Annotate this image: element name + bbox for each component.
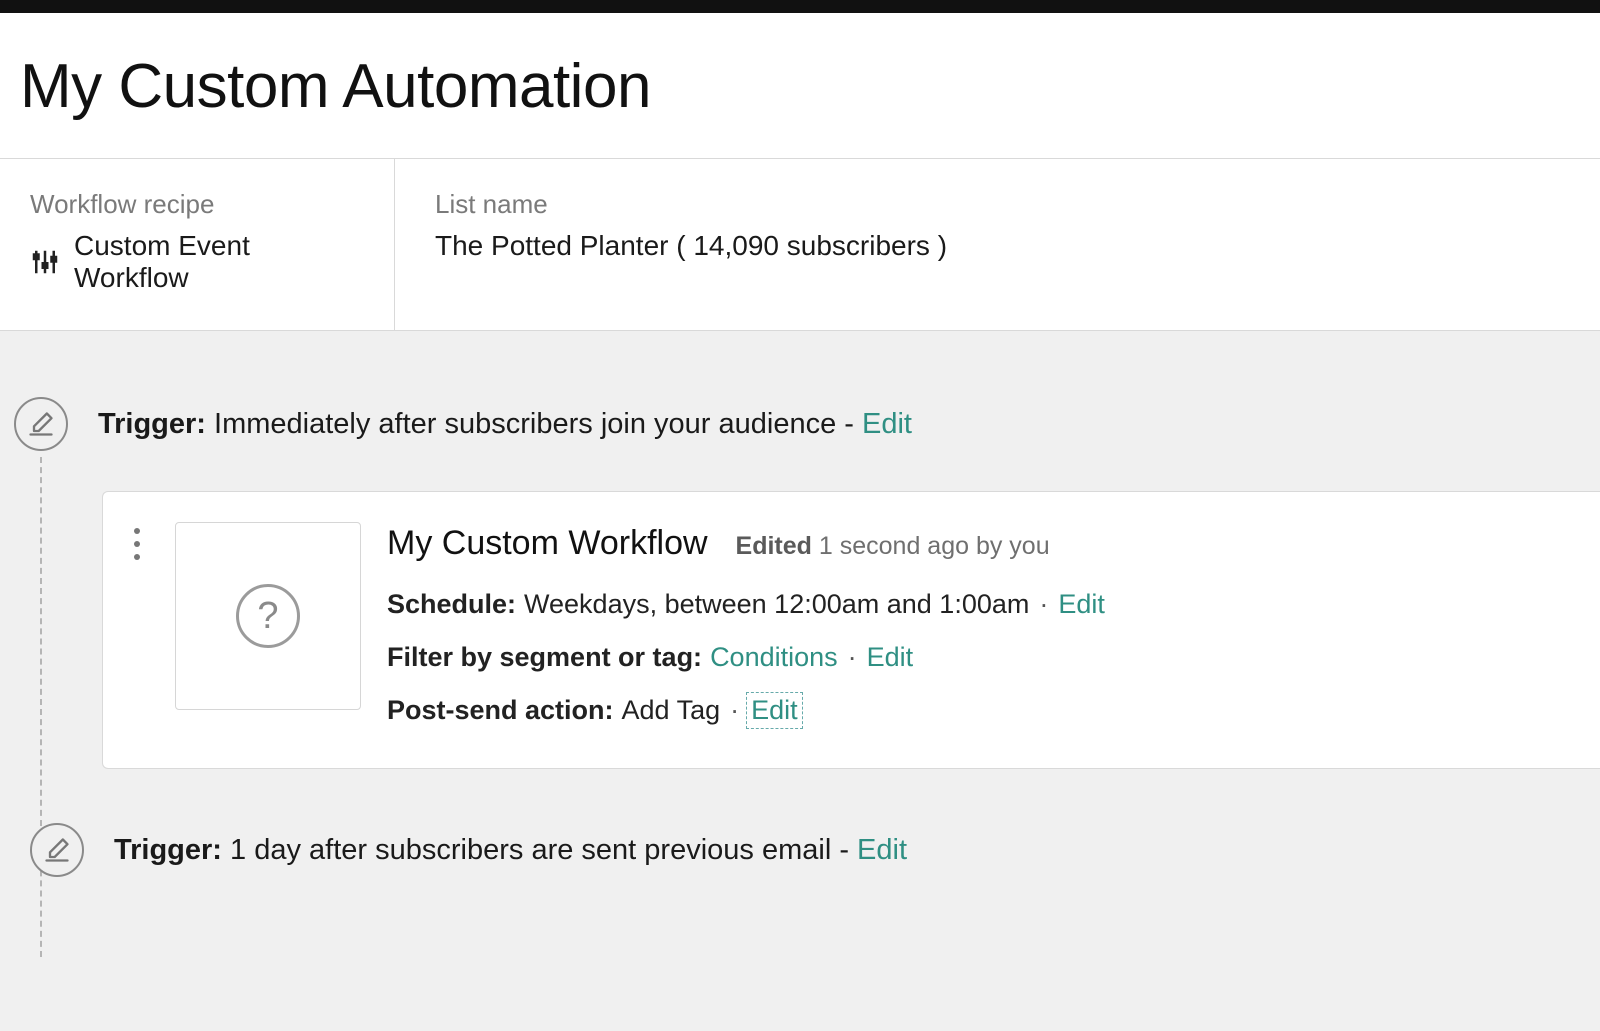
post-send-label: Post-send action: — [387, 695, 614, 726]
trigger-1-edit-link[interactable]: Edit — [862, 408, 912, 440]
trigger-1-text: Trigger: Immediately after subscribers j… — [98, 408, 912, 441]
workflow-recipe-value: Custom Event Workflow — [74, 230, 364, 294]
filter-label: Filter by segment or tag: — [387, 642, 702, 673]
workflow-recipe-value-row: Custom Event Workflow — [30, 230, 364, 294]
edit-step-icon[interactable] — [14, 397, 68, 451]
filter-edit-link[interactable]: Edit — [867, 642, 914, 673]
email-step-title: My Custom Workflow — [387, 524, 708, 563]
email-thumbnail[interactable]: ? — [175, 522, 361, 710]
meta-row: Workflow recipe Custom Event Workflow Li… — [0, 158, 1600, 331]
trigger-2-row: Trigger: 1 day after subscribers are sen… — [16, 823, 1600, 877]
page-title: My Custom Automation — [0, 13, 1600, 158]
trigger-1-row: Trigger: Immediately after subscribers j… — [0, 397, 1600, 451]
post-send-value: Add Tag — [622, 695, 721, 726]
post-send-line: Post-send action: Add Tag · Edit — [387, 695, 1600, 726]
edit-step-icon[interactable] — [30, 823, 84, 877]
trigger-2-label: Trigger: — [114, 834, 222, 866]
card-overflow-menu[interactable] — [125, 522, 149, 726]
timeline: ? My Custom Workflow Edited 1 second ago… — [40, 457, 1600, 957]
schedule-value: Weekdays, between 12:00am and 1:00am — [524, 589, 1029, 620]
edited-rest: 1 second ago by you — [812, 532, 1050, 560]
card-body: My Custom Workflow Edited 1 second ago b… — [387, 522, 1600, 726]
workflow-recipe-label: Workflow recipe — [30, 189, 364, 220]
trigger-2-text: Trigger: 1 day after subscribers are sen… — [114, 834, 907, 867]
trigger-2-dash: - — [831, 834, 857, 866]
trigger-1-description: Immediately after subscribers join your … — [214, 408, 836, 440]
filter-conditions-link[interactable]: Conditions — [710, 642, 838, 673]
post-send-edit-link[interactable]: Edit — [749, 695, 800, 726]
edited-prefix: Edited — [736, 532, 812, 560]
trigger-2-edit-link[interactable]: Edit — [857, 834, 907, 866]
filter-line: Filter by segment or tag: Conditions · E… — [387, 642, 1600, 673]
separator: · — [1039, 589, 1048, 620]
workflow-canvas: Trigger: Immediately after subscribers j… — [0, 331, 1600, 1031]
edited-timestamp: Edited 1 second ago by you — [736, 532, 1050, 561]
schedule-edit-link[interactable]: Edit — [1058, 589, 1105, 620]
sliders-icon — [30, 247, 60, 277]
trigger-1-dash: - — [836, 408, 862, 440]
question-mark-icon: ? — [236, 584, 300, 648]
separator: · — [730, 695, 739, 726]
list-name-label: List name — [435, 189, 1570, 220]
top-bar — [0, 0, 1600, 13]
email-step-card: ? My Custom Workflow Edited 1 second ago… — [102, 491, 1600, 769]
schedule-line: Schedule: Weekdays, between 12:00am and … — [387, 589, 1600, 620]
schedule-label: Schedule: — [387, 589, 516, 620]
workflow-recipe-cell: Workflow recipe Custom Event Workflow — [0, 159, 395, 330]
list-name-cell: List name The Potted Planter ( 14,090 su… — [395, 159, 1600, 330]
trigger-1-label: Trigger: — [98, 408, 206, 440]
trigger-2-description: 1 day after subscribers are sent previou… — [230, 834, 831, 866]
separator: · — [848, 642, 857, 673]
list-name-value: The Potted Planter ( 14,090 subscribers … — [435, 230, 947, 262]
